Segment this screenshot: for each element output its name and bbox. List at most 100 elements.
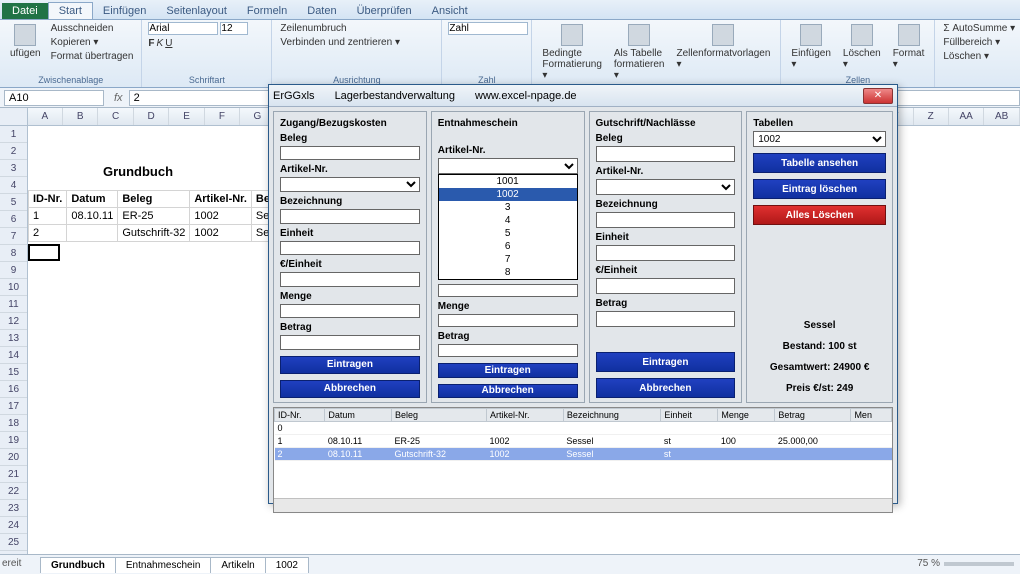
fx-icon[interactable]: fx (108, 92, 129, 104)
gridcol-menge[interactable]: Menge (718, 409, 775, 422)
row-header[interactable]: 24 (0, 517, 27, 534)
column-header[interactable]: AB (984, 108, 1019, 125)
zoom-slider[interactable] (944, 562, 1014, 566)
grid-row-selected[interactable]: 208.10.11Gutschrift-321002Sesselst (275, 448, 892, 461)
tab-insert[interactable]: Einfügen (93, 3, 156, 19)
row-header[interactable]: 10 (0, 279, 27, 296)
fill-button[interactable]: Füllbereich ▾ (941, 36, 1017, 49)
dropdown-option[interactable]: 1001 (439, 175, 577, 188)
sheet-tab-artikeln[interactable]: Artikeln (210, 557, 265, 573)
column-header[interactable]: D (134, 108, 169, 125)
underline-button[interactable]: U (165, 38, 172, 49)
tab-view[interactable]: Ansicht (422, 3, 478, 19)
row-header[interactable]: 17 (0, 398, 27, 415)
input-menge[interactable] (280, 304, 420, 318)
row-header[interactable]: 9 (0, 262, 27, 279)
dropdown-option[interactable]: 8 (439, 266, 577, 279)
gridcol-beleg[interactable]: Beleg (392, 409, 487, 422)
eintragen-button[interactable]: Eintragen (280, 356, 420, 374)
sheet-tab-grundbuch[interactable]: Grundbuch (40, 557, 116, 573)
wrap-text-button[interactable]: Zeilenumbruch (278, 22, 402, 35)
eintragen-button[interactable]: Eintragen (596, 352, 736, 372)
row-header[interactable]: 8 (0, 245, 27, 262)
grid-hscrollbar[interactable] (274, 498, 892, 512)
input-bez[interactable] (596, 212, 736, 228)
row-header[interactable]: 3 (0, 160, 27, 177)
column-header[interactable]: C (98, 108, 133, 125)
row-header[interactable]: 6 (0, 211, 27, 228)
dialog-data-grid[interactable]: ID-Nr. Datum Beleg Artikel-Nr. Bezeichnu… (273, 407, 893, 513)
input-einh[interactable] (280, 241, 420, 255)
sheet-tab-1002[interactable]: 1002 (265, 557, 309, 573)
format-painter-button[interactable]: Format übertragen (49, 50, 136, 63)
select-artnr[interactable] (596, 179, 736, 195)
row-header[interactable]: 19 (0, 432, 27, 449)
row-header[interactable]: 11 (0, 296, 27, 313)
grid-row[interactable]: 108.10.11ER-251002Sesselst10025.000,00 (275, 435, 892, 448)
row-header[interactable]: 18 (0, 415, 27, 432)
gridcol-id[interactable]: ID-Nr. (275, 409, 325, 422)
select-tabelle[interactable]: 1002 (753, 131, 886, 147)
input-betrag[interactable] (280, 335, 420, 349)
input-einh[interactable] (596, 245, 736, 261)
row-header[interactable]: 4 (0, 177, 27, 194)
gridcol-artnr[interactable]: Artikel-Nr. (487, 409, 564, 422)
insert-cells-button[interactable]: Einfügen ▾ (787, 22, 834, 72)
input-menge[interactable] (438, 314, 578, 327)
copy-button[interactable]: Kopieren ▾ (49, 36, 136, 49)
row-header[interactable]: 20 (0, 449, 27, 466)
number-format-select[interactable] (448, 22, 528, 35)
conditional-format-button[interactable]: Bedingte Formatierung ▾ (538, 22, 605, 83)
input-preis[interactable] (438, 284, 578, 297)
input-preis[interactable] (596, 278, 736, 294)
eintrag-loeschen-button[interactable]: Eintrag löschen (753, 179, 886, 199)
row-header[interactable]: 23 (0, 500, 27, 517)
row-header[interactable]: 25 (0, 534, 27, 551)
dropdown-option[interactable]: 4 (439, 214, 577, 227)
sheet-tab-entnahme[interactable]: Entnahmeschein (115, 557, 212, 573)
input-preis[interactable] (280, 272, 420, 286)
row-header[interactable]: 14 (0, 347, 27, 364)
input-betrag[interactable] (438, 344, 578, 357)
gridcol-einh[interactable]: Einheit (661, 409, 718, 422)
abbrechen-button[interactable]: Abbrechen (438, 384, 578, 398)
paste-button[interactable]: ufügen (6, 22, 45, 61)
bold-button[interactable]: F (148, 38, 154, 49)
row-header[interactable]: 12 (0, 313, 27, 330)
row-header[interactable]: 1 (0, 126, 27, 143)
tab-start[interactable]: Start (48, 2, 93, 19)
clear-button[interactable]: Löschen ▾ (941, 50, 1017, 63)
column-header[interactable]: B (63, 108, 98, 125)
abbrechen-button[interactable]: Abbrechen (280, 380, 420, 398)
abbrechen-button[interactable]: Abbrechen (596, 378, 736, 398)
format-as-table-button[interactable]: Als Tabelle formatieren ▾ (610, 22, 669, 83)
cut-button[interactable]: Ausschneiden (49, 22, 136, 35)
select-all-corner[interactable] (0, 108, 28, 125)
dropdown-option[interactable]: 7 (439, 253, 577, 266)
row-header[interactable]: 21 (0, 466, 27, 483)
dropdown-option[interactable]: 6 (439, 240, 577, 253)
gridcol-men[interactable]: Men (851, 409, 892, 422)
italic-button[interactable]: K (157, 38, 164, 49)
dropdown-option[interactable]: 3 (439, 201, 577, 214)
autosum-button[interactable]: Σ AutoSumme ▾ (941, 22, 1017, 35)
column-header[interactable]: F (205, 108, 240, 125)
grid-row[interactable]: 0 (275, 422, 892, 435)
delete-cells-button[interactable]: Löschen ▾ (839, 22, 885, 72)
row-header[interactable]: 15 (0, 364, 27, 381)
column-header[interactable]: AA (949, 108, 984, 125)
close-button[interactable]: ✕ (863, 88, 893, 104)
column-header[interactable]: A (28, 108, 63, 125)
artnr-dropdown-list[interactable]: 1001 1002 3 4 5 6 7 8 (438, 174, 578, 280)
tab-layout[interactable]: Seitenlayout (156, 3, 237, 19)
eintragen-button[interactable]: Eintragen (438, 363, 578, 377)
select-artnr[interactable] (280, 177, 420, 192)
column-header[interactable]: Z (914, 108, 949, 125)
format-cells-button[interactable]: Format ▾ (889, 22, 929, 72)
name-box[interactable] (4, 90, 104, 106)
input-beleg[interactable] (596, 146, 736, 162)
input-bez[interactable] (280, 209, 420, 223)
row-header[interactable]: 22 (0, 483, 27, 500)
tabelle-ansehen-button[interactable]: Tabelle ansehen (753, 153, 886, 173)
gridcol-datum[interactable]: Datum (325, 409, 392, 422)
